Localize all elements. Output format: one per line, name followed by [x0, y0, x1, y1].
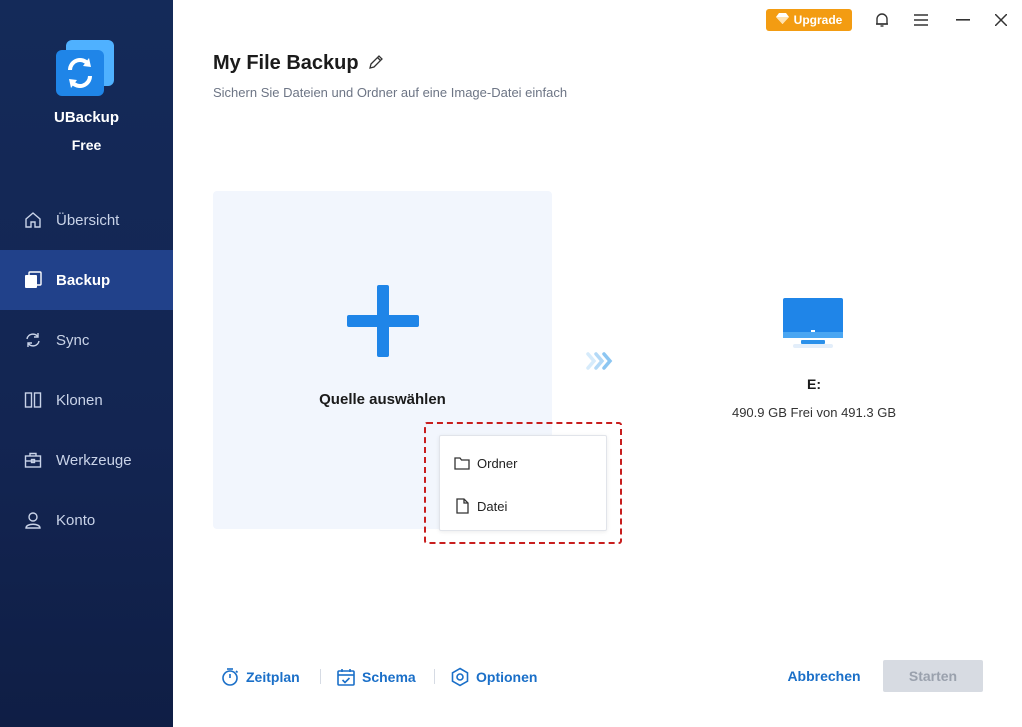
source-select-label[interactable]: Quelle auswählen: [213, 391, 552, 408]
user-icon: [23, 510, 43, 530]
sidebar-item-label: Sync: [56, 331, 90, 349]
schedule-button[interactable]: Zeitplan: [220, 666, 300, 688]
source-type-menu: Ordner Datei: [439, 435, 607, 531]
scheme-label: Schema: [362, 669, 416, 685]
sidebar-item-backup[interactable]: Backup: [0, 250, 173, 310]
upgrade-button[interactable]: Upgrade: [766, 9, 852, 31]
sidebar-item-account[interactable]: Konto: [0, 490, 173, 550]
minimize-icon[interactable]: [953, 10, 973, 30]
stopwatch-icon: [220, 667, 240, 687]
drive-monitor-icon[interactable]: [781, 296, 845, 350]
app-name: UBackup: [53, 109, 120, 126]
home-icon: [23, 210, 43, 230]
diamond-icon: [775, 13, 789, 27]
sidebar: UBackup Free Übersicht Backup Sync Klone…: [0, 0, 173, 727]
edit-pencil-icon[interactable]: [368, 54, 384, 70]
start-button[interactable]: Starten: [883, 660, 983, 692]
options-label: Optionen: [476, 669, 538, 685]
backup-icon: [23, 270, 43, 290]
bell-icon[interactable]: [872, 10, 892, 30]
sidebar-item-tools[interactable]: Werkzeuge: [0, 430, 173, 490]
footer-divider: [434, 669, 435, 684]
upgrade-label: Upgrade: [793, 13, 843, 27]
sidebar-item-label: Konto: [56, 511, 96, 529]
schedule-label: Zeitplan: [246, 669, 300, 685]
scheme-button[interactable]: Schema: [336, 666, 416, 688]
file-icon: [454, 498, 470, 514]
cancel-button[interactable]: Abbrechen: [782, 668, 866, 688]
menu-item-label: Datei: [477, 498, 508, 514]
sidebar-item-overview[interactable]: Übersicht: [0, 190, 173, 250]
footer-divider: [320, 669, 321, 684]
page-subtitle: Sichern Sie Dateien und Ordner auf eine …: [213, 85, 568, 100]
sidebar-item-label: Klonen: [56, 391, 103, 409]
toolbox-icon: [23, 450, 43, 470]
direction-arrows-icon: [584, 350, 616, 372]
add-source-icon[interactable]: [347, 285, 419, 357]
close-icon[interactable]: [991, 10, 1011, 30]
ubackup-logo-icon: [56, 40, 116, 98]
sync-icon: [23, 330, 43, 350]
sidebar-item-label: Werkzeuge: [56, 451, 132, 469]
menu-item-label: Ordner: [477, 455, 518, 471]
gear-icon: [450, 667, 470, 687]
calendar-check-icon: [336, 667, 356, 687]
menu-icon[interactable]: [911, 10, 931, 30]
app-edition: Free: [71, 137, 102, 153]
destination-free-space: 490.9 GB Frei von 491.3 GB: [731, 405, 897, 420]
menu-item-folder[interactable]: Ordner: [454, 453, 517, 473]
page-title: My File Backup: [213, 52, 359, 74]
sidebar-item-label: Backup: [56, 271, 111, 289]
clone-icon: [23, 390, 43, 410]
sidebar-item-sync[interactable]: Sync: [0, 310, 173, 370]
sidebar-item-label: Übersicht: [56, 211, 120, 229]
sidebar-item-clone[interactable]: Klonen: [0, 370, 173, 430]
folder-icon: [454, 455, 470, 471]
sidebar-nav: Übersicht Backup Sync Klonen Werkzeuge K…: [0, 190, 173, 550]
options-button[interactable]: Optionen: [450, 666, 537, 688]
menu-item-file[interactable]: Datei: [454, 496, 507, 516]
start-label: Starten: [908, 668, 958, 684]
destination-drive-letter: E:: [807, 376, 821, 392]
